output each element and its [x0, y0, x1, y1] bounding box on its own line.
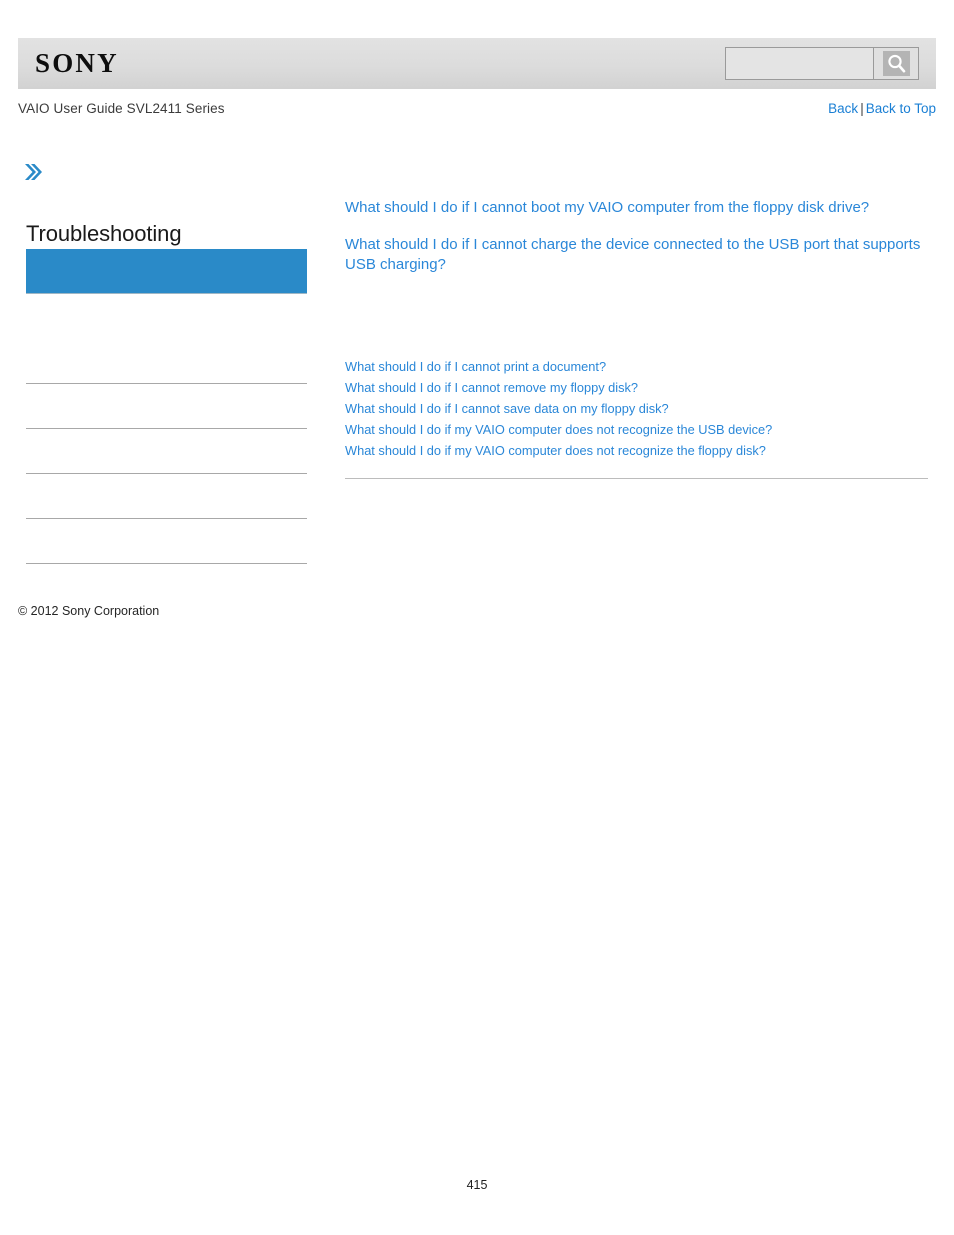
featured-link-2[interactable]: What should I do if I cannot charge the …	[345, 235, 923, 276]
guide-title: VAIO User Guide SVL2411 Series	[18, 101, 225, 116]
back-link[interactable]: Back	[828, 101, 858, 116]
site-header-bar: SONY	[18, 38, 936, 89]
sidebar-nav-list	[26, 249, 307, 564]
sidebar-item-active[interactable]	[26, 249, 307, 294]
sony-logo: SONY	[35, 48, 119, 78]
nav-separator: |	[860, 101, 864, 116]
double-chevron-right-icon[interactable]	[22, 161, 44, 183]
sidebar-item-2[interactable]	[26, 339, 307, 384]
related-link-list: What should I do if I cannot print a doc…	[345, 356, 935, 461]
sidebar-item-6[interactable]	[26, 519, 307, 564]
back-to-top-link[interactable]: Back to Top	[866, 101, 936, 116]
top-navigation: Back | Back to Top	[828, 101, 936, 116]
copyright-notice: © 2012 Sony Corporation	[18, 604, 160, 618]
related-link-3[interactable]: What should I do if I cannot save data o…	[345, 398, 935, 419]
sidebar-item-4[interactable]	[26, 429, 307, 474]
search-box[interactable]	[725, 47, 919, 80]
search-icon	[882, 51, 910, 76]
page-number: 415	[466, 1178, 488, 1192]
related-link-4[interactable]: What should I do if my VAIO computer doe…	[345, 419, 935, 440]
related-link-2[interactable]: What should I do if I cannot remove my f…	[345, 377, 935, 398]
sidebar-item-3[interactable]	[26, 384, 307, 429]
content-divider	[345, 478, 928, 479]
related-link-1[interactable]: What should I do if I cannot print a doc…	[345, 356, 935, 377]
sidebar-item-1[interactable]	[26, 294, 307, 339]
search-input[interactable]	[726, 48, 873, 79]
page-title: Troubleshooting	[26, 221, 182, 246]
featured-link-list: What should I do if I cannot boot my VAI…	[345, 198, 930, 276]
sidebar-item-5[interactable]	[26, 474, 307, 519]
search-button[interactable]	[873, 48, 918, 79]
related-link-5[interactable]: What should I do if my VAIO computer doe…	[345, 440, 935, 461]
featured-link-1[interactable]: What should I do if I cannot boot my VAI…	[345, 198, 923, 219]
